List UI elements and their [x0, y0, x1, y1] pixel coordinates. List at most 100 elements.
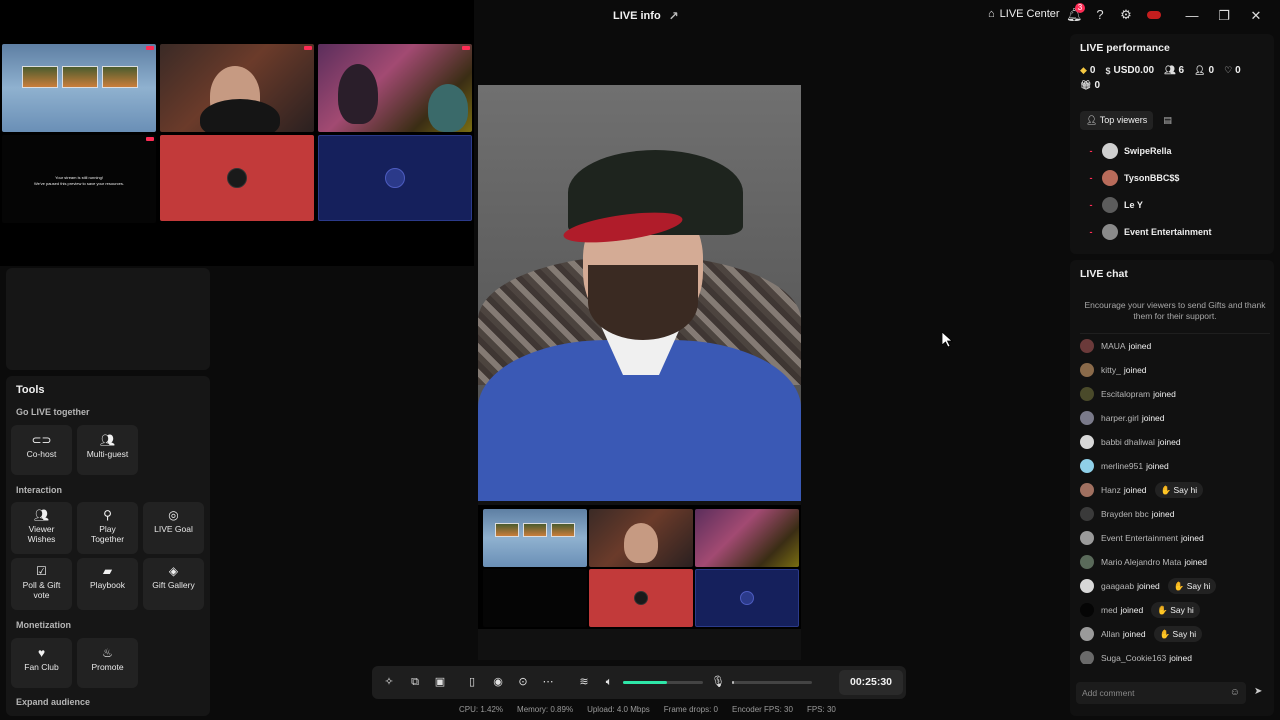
record-icon[interactable]: ◉	[490, 674, 506, 690]
live-center-button[interactable]: ⌂ LIVE Center	[988, 8, 1060, 20]
section-expand-audience: Expand audience	[16, 697, 91, 707]
avatar[interactable]	[1080, 459, 1094, 473]
joined-text: joined	[1157, 437, 1181, 447]
chat-message: MAUA joined	[1080, 334, 1270, 358]
tab-top-viewers[interactable]: 👤︎ Top viewers	[1080, 111, 1154, 130]
live-goal-button[interactable]: ◎ LIVE Goal	[143, 502, 204, 554]
tools-title: Tools	[16, 384, 45, 396]
camera-tile-2[interactable]	[318, 44, 472, 132]
top-viewer-row[interactable]: - TysonBBC$$	[1082, 165, 1262, 192]
top-viewer-row[interactable]: - SwipeRella	[1082, 138, 1262, 165]
top-viewer-row[interactable]: - Event Entertainment	[1082, 218, 1262, 245]
avatar[interactable]	[1080, 627, 1094, 641]
say-hi-button[interactable]: ✋ Say hi	[1151, 602, 1200, 618]
say-hi-button[interactable]: ✋ Say hi	[1153, 626, 1203, 642]
chat-username[interactable]: merline951	[1101, 461, 1143, 471]
chat-message: Brayden bbc joined	[1080, 502, 1270, 526]
avatar[interactable]	[1080, 507, 1094, 521]
ranking-icon: ▤	[1163, 115, 1172, 125]
settings-sliders-icon[interactable]: ≋	[576, 674, 592, 690]
guest-tile-blue[interactable]	[318, 135, 472, 221]
avatar[interactable]	[1080, 363, 1094, 377]
fan-club-button[interactable]: ♥ Fan Club	[11, 638, 72, 688]
live-info-title[interactable]: LIVE info ↗	[613, 9, 679, 23]
more-icon[interactable]: ⋯	[540, 674, 556, 690]
say-hi-button[interactable]: ✋ Say hi	[1154, 482, 1204, 498]
avatar[interactable]	[1080, 579, 1094, 593]
volume-slider[interactable]	[623, 681, 703, 684]
screenshot-icon[interactable]: ⊙	[515, 674, 531, 690]
help-icon[interactable]: ?	[1092, 7, 1108, 23]
comment-input[interactable]: Add comment ☺	[1076, 682, 1246, 704]
poll-gift-vote-button[interactable]: ☑ Poll & Gift vote	[11, 558, 72, 610]
speaker-icon[interactable]: 🔈︎	[601, 674, 617, 690]
tools-panel: Tools Go LIVE together ⊂⊃ Co-host 👥︎ Mul…	[6, 376, 210, 716]
viewers-value: 6	[1178, 65, 1185, 76]
viewer-wishes-button[interactable]: 👥︎ Viewer Wishes	[11, 502, 72, 554]
top-viewer-row[interactable]: - Le Y	[1082, 192, 1262, 219]
joined-text: joined	[1123, 365, 1147, 375]
send-icon[interactable]: ➤	[1254, 686, 1262, 697]
avatar[interactable]	[1080, 339, 1094, 353]
gift-icon: 🎁︎	[1080, 80, 1092, 90]
chat-username[interactable]: Event Entertainment	[1101, 533, 1178, 543]
mic-slider[interactable]	[732, 681, 812, 684]
chat-username[interactable]: med	[1101, 605, 1118, 615]
avatar[interactable]	[1080, 483, 1094, 497]
guest-tile-red[interactable]	[160, 135, 314, 221]
preview-guest-tile-blue	[695, 569, 799, 627]
chat-username[interactable]: kitty_	[1101, 365, 1121, 375]
share-icon[interactable]: ↗	[669, 9, 679, 23]
microphone-icon[interactable]: 🎙︎	[710, 674, 726, 690]
cohost-button[interactable]: ⊂⊃ Co-host	[11, 425, 72, 475]
layout-icon[interactable]: ⧉	[407, 674, 423, 690]
chat-message: harper.girl joined	[1080, 406, 1270, 430]
chat-username[interactable]: Suga_Cookie163	[1101, 653, 1166, 663]
live-preview[interactable]	[478, 85, 801, 660]
game-tile[interactable]	[2, 44, 156, 132]
emoji-icon[interactable]: ☺	[1230, 682, 1240, 704]
avatar[interactable]	[1080, 651, 1094, 664]
flame-icon: ♨	[102, 646, 113, 660]
playbook-button[interactable]: ▰ Playbook	[77, 558, 138, 610]
chat-username[interactable]: babbi dhaliwal	[1101, 437, 1155, 447]
avatar[interactable]	[1080, 603, 1094, 617]
chat-username[interactable]: Brayden bbc	[1101, 509, 1149, 519]
close-icon[interactable]: ✕	[1245, 6, 1267, 26]
chat-message: gaagaab joined ✋ Say hi	[1080, 574, 1270, 598]
maximize-icon[interactable]: ❐	[1213, 6, 1235, 26]
minimize-icon[interactable]: —	[1181, 6, 1203, 26]
bell-icon[interactable]: 🔔︎ 3	[1066, 3, 1085, 23]
chat-messages[interactable]: MAUA joined kitty_ joined Escitalopram joined…	[1080, 334, 1270, 664]
avatar[interactable]	[1080, 435, 1094, 449]
avatar[interactable]	[1080, 387, 1094, 401]
avatar[interactable]	[1080, 531, 1094, 545]
gear-icon[interactable]: ⚙	[1118, 7, 1134, 23]
promote-button[interactable]: ♨ Promote	[77, 638, 138, 688]
phone-icon[interactable]: ▯	[464, 674, 480, 690]
multiguest-button[interactable]: 👥︎ Multi-guest	[77, 425, 138, 475]
say-hi-button[interactable]: ✋ Say hi	[1167, 578, 1217, 594]
chat-username[interactable]: Allan	[1101, 629, 1120, 639]
avatar[interactable]	[1080, 411, 1094, 425]
scene-icon[interactable]: ▣	[432, 674, 448, 690]
avatar[interactable]	[1080, 555, 1094, 569]
chat-username[interactable]: harper.girl	[1101, 413, 1139, 423]
chat-username[interactable]: gaagaab	[1101, 581, 1134, 591]
camera-tile-1[interactable]	[160, 44, 314, 132]
magic-wand-icon[interactable]: ✧	[381, 674, 397, 690]
avatar	[1102, 223, 1118, 240]
chat-username[interactable]: Hanz	[1101, 485, 1121, 495]
chat-username[interactable]: Mario Alejandro Mata	[1101, 557, 1181, 567]
play-together-button[interactable]: ⚲ Play Together	[77, 502, 138, 554]
viewer-name: TysonBBC$$	[1124, 173, 1180, 184]
avatar[interactable]	[1146, 7, 1162, 23]
joined-text: joined	[1120, 605, 1144, 615]
joined-text: joined	[1151, 509, 1175, 519]
multi-stream-preview[interactable]: Your stream is still running! We've paus…	[0, 0, 474, 266]
say-hi-label: Say hi	[1172, 629, 1197, 639]
chat-username[interactable]: Escitalopram	[1101, 389, 1150, 399]
gift-gallery-button[interactable]: ◈ Gift Gallery	[143, 558, 204, 610]
chat-username[interactable]: MAUA	[1101, 341, 1126, 351]
tab-ranking[interactable]: ▤	[1157, 111, 1178, 130]
